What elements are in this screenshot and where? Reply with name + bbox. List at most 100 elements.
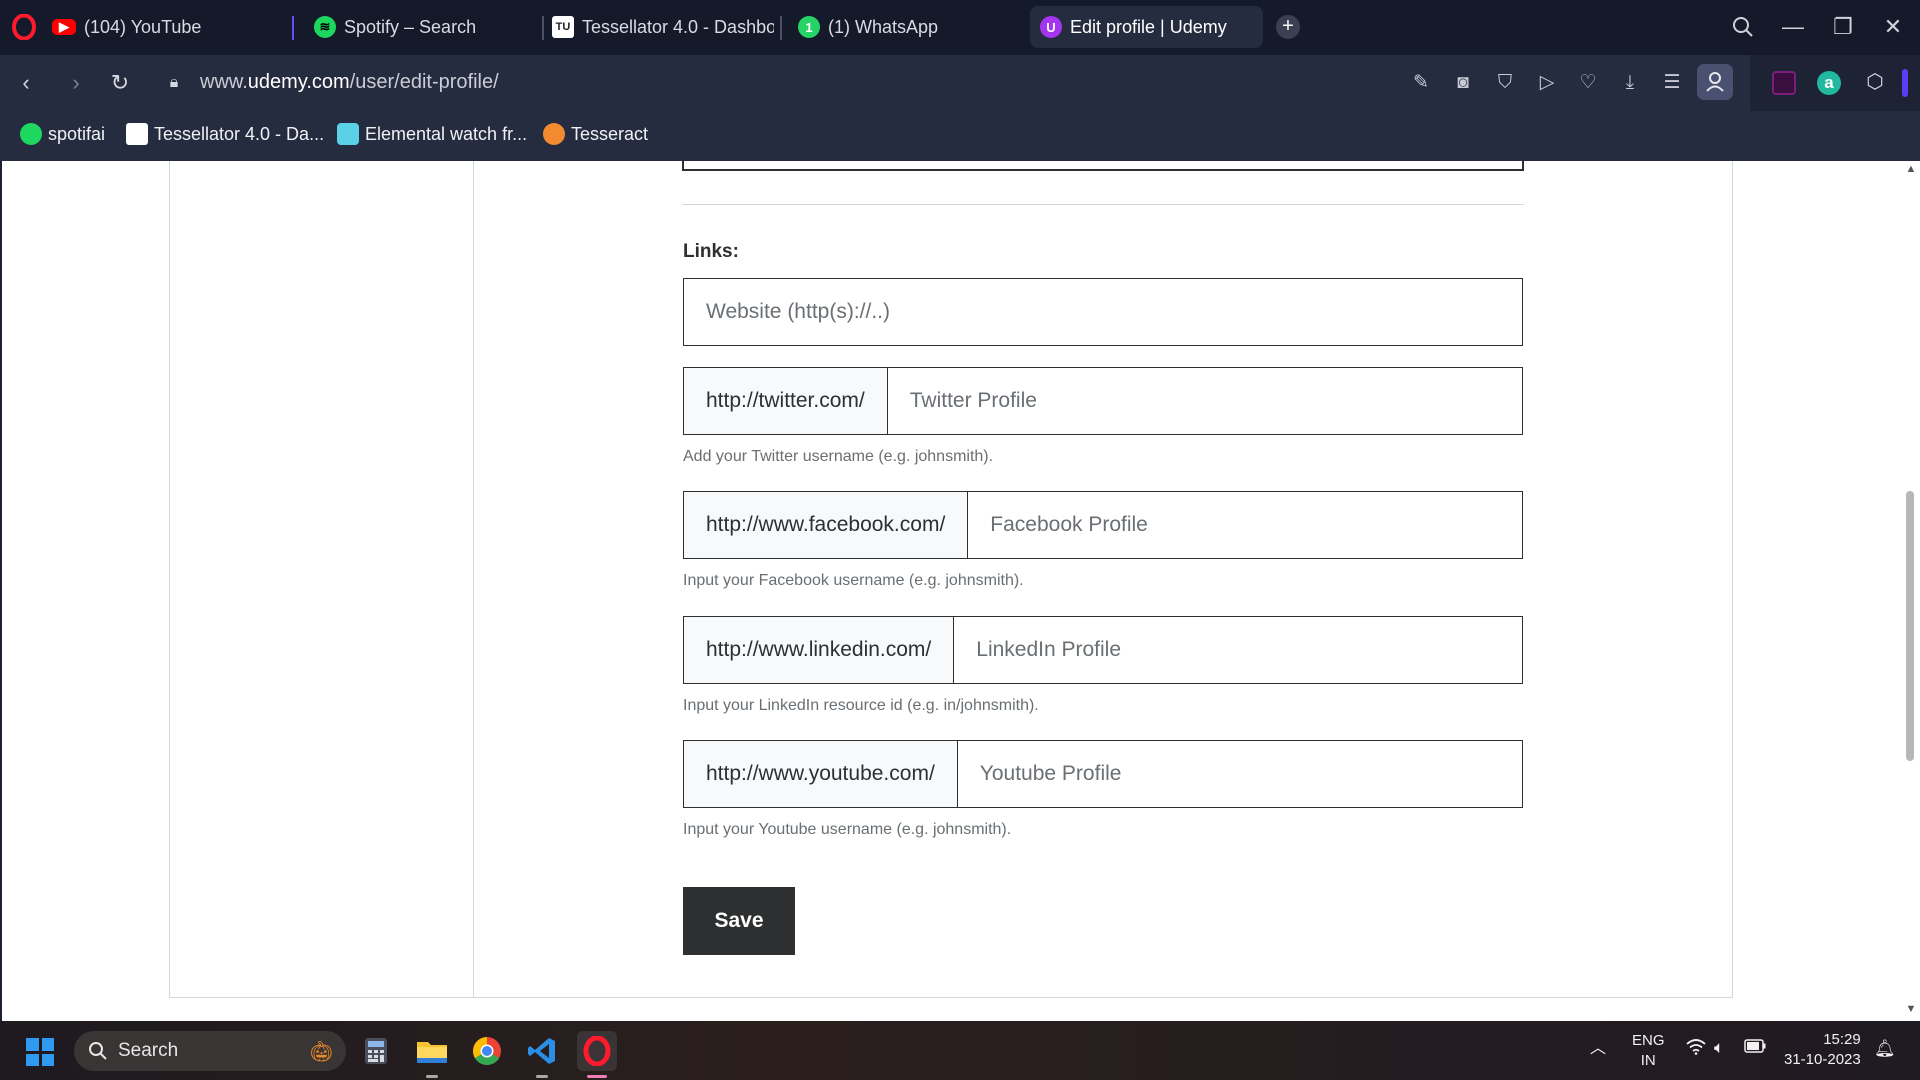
snapshot-camera-icon[interactable]: ◙ (1449, 69, 1477, 97)
scrollbar-thumb[interactable] (1906, 491, 1914, 761)
search-tabs-icon[interactable] (1726, 10, 1760, 44)
download-icon[interactable]: ⤓ (1616, 69, 1644, 97)
udemy-icon: U (1040, 16, 1062, 38)
bookmark-tessellator[interactable]: Tessellator 4.0 - Da... (126, 123, 324, 145)
scroll-up-icon[interactable]: ▲ (1904, 163, 1918, 175)
tesseract-icon (543, 123, 565, 145)
facebook-prefix: http://www.facebook.com/ (684, 492, 969, 558)
tab-title: Spotify – Search (344, 16, 477, 37)
bookmark-elemental-watch[interactable]: Elemental watch fr... (337, 123, 527, 145)
running-indicator (536, 1075, 548, 1078)
extensions-cube-icon[interactable]: ⬡ (1862, 69, 1888, 95)
previous-field-edge[interactable] (682, 161, 1524, 171)
windows-taskbar: Search 🎃︎ ︿ ENG IN 🔈︎ 15:29 31-10-2023 🔔… (0, 1021, 1920, 1080)
bookmark-tesseract[interactable]: Tesseract (543, 123, 648, 145)
file-explorer-app-icon[interactable] (412, 1031, 452, 1071)
bookmark-label: Elemental watch fr... (365, 123, 528, 144)
lock-icon[interactable]: 🔒︎ (160, 69, 188, 97)
notification-bell-icon[interactable]: 🔔︎ (1874, 1039, 1896, 1059)
tab-title: (104) YouTube (84, 16, 202, 37)
tab-title: Edit profile | Udemy (1070, 16, 1227, 37)
sidebar-toggle[interactable] (1902, 69, 1908, 97)
extension-icon[interactable] (1772, 71, 1796, 95)
tab-separator (780, 16, 782, 40)
aria-ai-icon[interactable]: a (1817, 71, 1841, 95)
tessellator-icon (126, 123, 148, 145)
whatsapp-icon: 1 (798, 16, 820, 38)
vscode-app-icon[interactable] (522, 1031, 562, 1071)
taskbar-search[interactable]: Search 🎃︎ (74, 1031, 346, 1071)
watch-icon (337, 123, 359, 145)
linkedin-hint: Input your LinkedIn resource id (e.g. in… (683, 697, 1039, 714)
language-line-1: ENG (1632, 1032, 1665, 1049)
save-button[interactable]: Save (683, 887, 795, 955)
active-indicator (587, 1075, 607, 1078)
show-hidden-icons-chevron-icon[interactable]: ︿ (1590, 1039, 1606, 1059)
linkedin-input[interactable] (954, 617, 1522, 683)
volume-icon[interactable]: 🔈︎ (1714, 1038, 1724, 1058)
spotify-icon: ≋ (314, 16, 336, 38)
windows-start-icon[interactable] (26, 1038, 54, 1066)
section-divider (682, 204, 1524, 205)
language-indicator[interactable]: ENG IN (1632, 1031, 1665, 1071)
tab-tessellator[interactable]: TU Tessellator 4.0 - Dashbo (552, 6, 774, 48)
bookmark-heart-icon[interactable]: ♡ (1574, 69, 1602, 97)
tab-title: Tessellator 4.0 - Dashbo (582, 16, 774, 37)
reload-icon[interactable]: ↻ (106, 69, 134, 97)
bookmark-label: Tesseract (571, 123, 649, 144)
bookmark-label: Tessellator 4.0 - Da... (154, 123, 325, 144)
restore-icon[interactable]: ❐ (1826, 10, 1860, 44)
twitter-input[interactable] (887, 368, 1522, 434)
spotify-icon (20, 123, 42, 145)
battery-icon[interactable] (1744, 1039, 1766, 1059)
send-to-flow-icon[interactable]: ✎ (1407, 69, 1435, 97)
tab-spotify[interactable]: ≋ Spotify – Search (314, 6, 534, 48)
adblock-shield-icon[interactable]: ⛉ (1491, 69, 1519, 97)
back-icon[interactable]: ‹ (12, 69, 40, 97)
page-viewport: Links: http://twitter.com/ Add your Twit… (0, 161, 1920, 1021)
linkedin-field[interactable]: http://www.linkedin.com/ (683, 616, 1523, 684)
facebook-field[interactable]: http://www.facebook.com/ (683, 491, 1523, 559)
facebook-input[interactable] (968, 492, 1522, 558)
easy-setup-icon[interactable]: ☰ (1658, 69, 1686, 97)
new-tab-button[interactable]: + (1276, 15, 1300, 39)
website-input[interactable] (684, 279, 1522, 345)
youtube-prefix: http://www.youtube.com/ (684, 741, 958, 807)
player-play-icon[interactable]: ▷ (1533, 69, 1561, 97)
twitter-field[interactable]: http://twitter.com/ (683, 367, 1523, 435)
running-indicator (426, 1075, 438, 1078)
opera-app-icon[interactable] (577, 1031, 617, 1071)
profile-icon[interactable] (1697, 64, 1733, 100)
scroll-down-icon[interactable]: ▼ (1904, 1003, 1918, 1015)
clock-time: 15:29 (1823, 1031, 1861, 1048)
tab-separator (542, 16, 544, 40)
tab-title: (1) WhatsApp (828, 16, 939, 37)
opera-menu-icon[interactable] (12, 14, 36, 40)
twitter-hint: Add your Twitter username (e.g. johnsmit… (683, 448, 994, 465)
halloween-pumpkin-icon: 🎃︎ (308, 1040, 334, 1063)
search-icon (89, 1042, 107, 1060)
facebook-hint: Input your Facebook username (e.g. johns… (683, 572, 1024, 589)
website-field[interactable] (683, 278, 1523, 346)
language-line-2: IN (1640, 1052, 1656, 1069)
youtube-input[interactable] (957, 741, 1522, 807)
bookmark-spotifai[interactable]: spotifai (20, 123, 105, 145)
forward-icon[interactable]: › (62, 69, 90, 97)
bookmark-label: spotifai (48, 123, 106, 144)
url-field[interactable]: www.udemy.com/user/edit-profile/ (200, 71, 499, 94)
browser-tab-bar: ▶ (104) YouTube ≋ Spotify – Search TU Te… (0, 0, 1920, 55)
youtube-hint: Input your Youtube username (e.g. johnsm… (683, 821, 1012, 838)
links-heading: Links: (683, 241, 739, 262)
close-icon[interactable]: ✕ (1876, 10, 1910, 44)
calculator-app-icon[interactable] (356, 1031, 396, 1071)
minimize-icon[interactable]: — (1776, 10, 1810, 44)
tab-whatsapp[interactable]: 1 (1) WhatsApp (798, 6, 1018, 48)
youtube-field[interactable]: http://www.youtube.com/ (683, 740, 1523, 808)
chrome-app-icon[interactable] (467, 1031, 507, 1071)
sidebar-divider (473, 161, 474, 998)
wifi-icon[interactable] (1686, 1039, 1706, 1060)
clock[interactable]: 15:29 31-10-2023 (1784, 1030, 1861, 1070)
tab-udemy[interactable]: U Edit profile | Udemy (1030, 6, 1263, 48)
tab-youtube[interactable]: ▶ (104) YouTube (52, 6, 272, 48)
youtube-icon: ▶ (52, 19, 76, 35)
